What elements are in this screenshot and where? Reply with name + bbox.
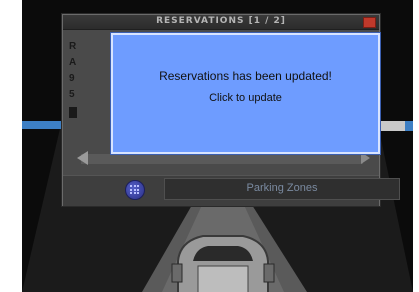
lane-marker-left: [22, 121, 62, 129]
horizontal-scrollbar[interactable]: [81, 154, 363, 164]
car-image: [171, 235, 275, 292]
game-screen: RESERVATIONS [1 / 2] R A 9 5 Parking Zon…: [22, 0, 413, 292]
list-item[interactable]: A: [69, 55, 99, 71]
arrow-left-icon[interactable]: [77, 151, 88, 165]
parking-zones-button[interactable]: Parking Zones: [164, 178, 400, 200]
dialog-message: Reservations has been updated!: [159, 69, 332, 83]
close-icon[interactable]: [363, 17, 376, 28]
list-item[interactable]: 9: [69, 71, 99, 87]
panel-title: RESERVATIONS [1 / 2]: [156, 16, 286, 26]
list-item-marker: [69, 107, 77, 118]
panel-titlebar: RESERVATIONS [1 / 2]: [63, 15, 379, 30]
click-to-update-link[interactable]: Click to update: [113, 92, 378, 104]
parking-zones-label: Parking Zones: [246, 182, 318, 194]
list-item[interactable]: 5: [69, 87, 99, 103]
reservation-list: R A 9 5: [69, 39, 99, 118]
update-dialog[interactable]: Reservations has been updated! Click to …: [111, 33, 380, 154]
lane-marker-right: [405, 121, 413, 131]
grid-icon[interactable]: [125, 180, 145, 200]
list-item[interactable]: R: [69, 39, 99, 55]
